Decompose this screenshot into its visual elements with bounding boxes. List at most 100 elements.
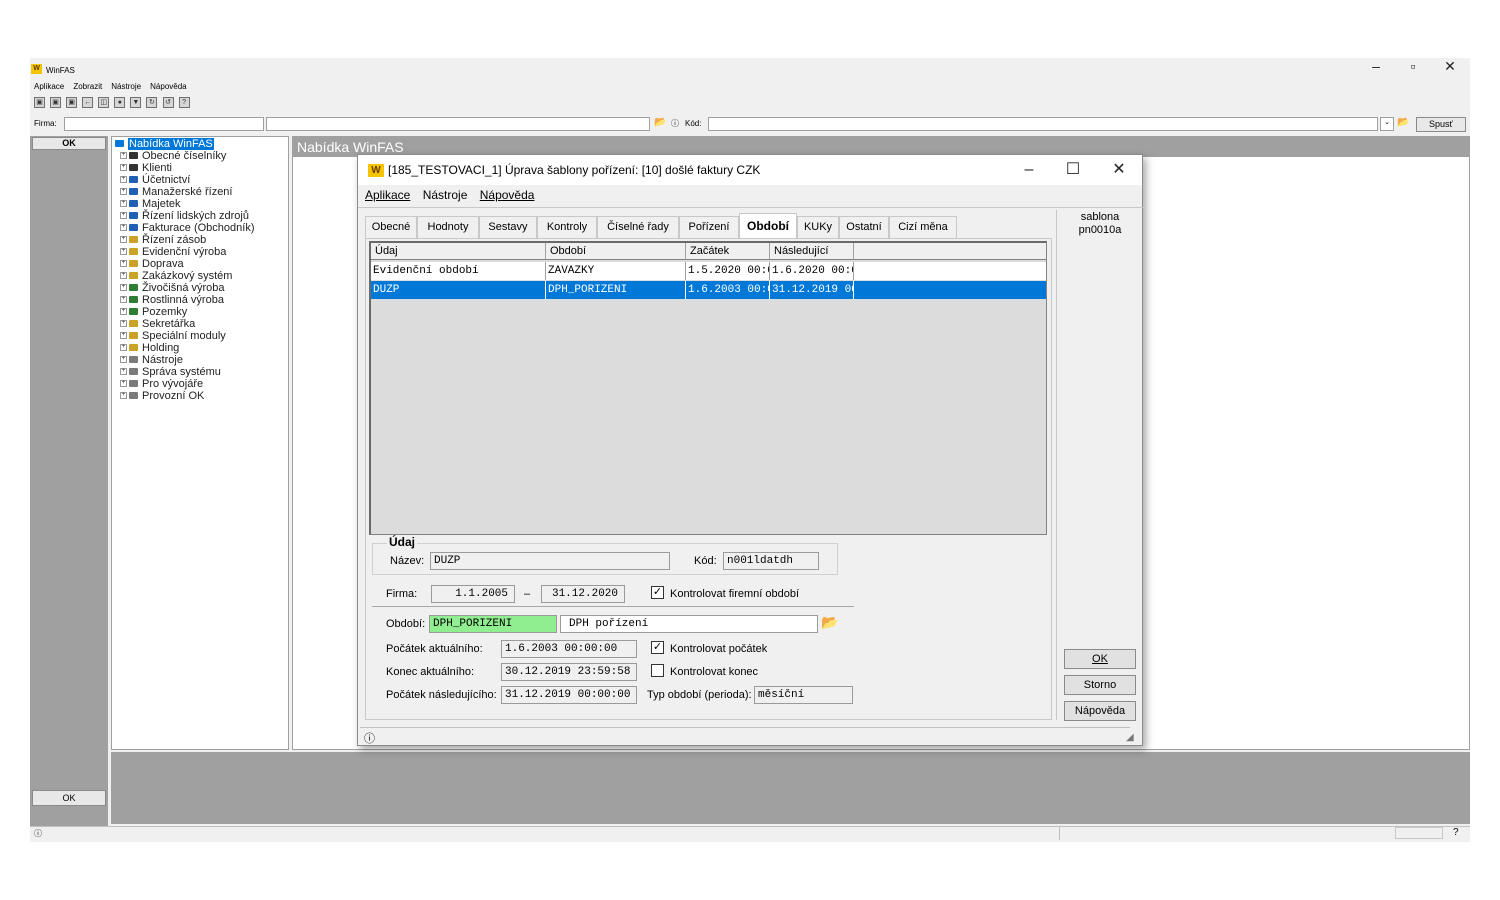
- tab-obdobi[interactable]: Období: [739, 213, 797, 238]
- spust-button[interactable]: Spusť: [1416, 117, 1466, 132]
- resize-grip-icon[interactable]: ◢: [1126, 732, 1134, 743]
- tree-item[interactable]: + Sekretářka: [112, 318, 288, 330]
- expand-icon[interactable]: +: [120, 235, 127, 243]
- tree-item[interactable]: + Správa systému: [112, 366, 288, 378]
- konec-aktualniho-field[interactable]: 30.12.2019 23:59:58: [501, 663, 637, 681]
- expand-icon[interactable]: +: [120, 331, 127, 339]
- tree-item[interactable]: + Řízení lidských zdrojů: [112, 210, 288, 222]
- expand-icon[interactable]: +: [120, 187, 127, 195]
- table-row-selected[interactable]: DUZP DPH_PORIZENI 1.6.2003 00:00 31.12.2…: [371, 281, 1046, 299]
- expand-icon[interactable]: +: [120, 211, 127, 219]
- kontrolovat-firemni-checkbox[interactable]: ✓: [651, 586, 664, 599]
- expand-icon[interactable]: +: [120, 295, 127, 303]
- pocatek-nasledujiciho-field[interactable]: 31.12.2019 00:00:00: [501, 686, 637, 704]
- tree-item[interactable]: + Holding: [112, 342, 288, 354]
- tree-item[interactable]: + Klienti: [112, 162, 288, 174]
- ok-button[interactable]: OK: [1064, 649, 1136, 669]
- tree-item[interactable]: + Fakturace (Obchodník): [112, 222, 288, 234]
- expand-icon[interactable]: +: [120, 319, 127, 327]
- tree-item[interactable]: + Obecné číselníky: [112, 150, 288, 162]
- expand-icon[interactable]: +: [120, 259, 127, 267]
- expand-icon[interactable]: +: [120, 367, 127, 375]
- dialog-menu-aplikace[interactable]: Aplikace: [365, 188, 410, 202]
- tab-ostatni[interactable]: Ostatní: [839, 216, 889, 238]
- tree-item[interactable]: + Doprava: [112, 258, 288, 270]
- kod-field[interactable]: n001ldatdh: [723, 552, 819, 570]
- kontrolovat-pocatek-checkbox[interactable]: ✓: [651, 641, 664, 654]
- col-header-udaj[interactable]: Údaj: [371, 243, 546, 260]
- tab-sestavy[interactable]: Sestavy: [479, 216, 537, 238]
- tab-kuky[interactable]: KUKy: [797, 216, 839, 238]
- expand-icon[interactable]: +: [120, 223, 127, 231]
- expand-icon[interactable]: +: [120, 163, 127, 171]
- redo-icon[interactable]: ↺: [162, 97, 174, 108]
- window-icon[interactable]: ▣: [34, 97, 45, 108]
- expand-icon[interactable]: +: [120, 151, 127, 159]
- period-grid[interactable]: Údaj Období Začátek Následující Evidenčn…: [369, 241, 1047, 535]
- tree-item[interactable]: + Zakázkový systém: [112, 270, 288, 282]
- dialog-close-icon[interactable]: ✕: [1104, 159, 1134, 181]
- tab-cizi-mena[interactable]: Cizí měna: [889, 216, 957, 238]
- table-row[interactable]: Evidenční období ZAVAZKY 1.5.2020 00:00 …: [371, 262, 1046, 280]
- tree-item[interactable]: + Speciální moduly: [112, 330, 288, 342]
- kod-input[interactable]: [708, 117, 1378, 131]
- dialog-menu-napoveda[interactable]: Nápověda: [480, 188, 535, 202]
- tree-item[interactable]: + Živočišná výroba: [112, 282, 288, 294]
- tree-item[interactable]: + Majetek: [112, 198, 288, 210]
- tree-item[interactable]: + Účetnictví: [112, 174, 288, 186]
- tree-item[interactable]: + Pro vývojáře: [112, 378, 288, 390]
- restore-icon[interactable]: ▫: [1398, 58, 1428, 74]
- window2-icon[interactable]: ▣: [50, 97, 62, 108]
- expand-icon[interactable]: +: [120, 271, 127, 279]
- nazev-field[interactable]: DUZP: [430, 552, 670, 570]
- menu-nastroje[interactable]: Nástroje: [111, 82, 141, 91]
- expand-icon[interactable]: +: [120, 307, 127, 315]
- tab-ciselne-rady[interactable]: Číselné řady: [597, 216, 679, 238]
- dialog-maximize-icon[interactable]: ☐: [1058, 159, 1088, 181]
- filter-icon[interactable]: ▼: [130, 97, 142, 108]
- pocatek-aktualniho-field[interactable]: 1.6.2003 00:00:00: [501, 640, 637, 658]
- dialog-menu-nastroje[interactable]: Nástroje: [423, 188, 468, 202]
- tree-item[interactable]: + Nástroje: [112, 354, 288, 366]
- tree-item[interactable]: + Řízení zásob: [112, 234, 288, 246]
- storno-button[interactable]: Storno: [1064, 675, 1136, 695]
- tab-obecne[interactable]: Obecné: [365, 216, 417, 238]
- tree-item[interactable]: + Evidenční výroba: [112, 246, 288, 258]
- napoveda-button[interactable]: Nápověda: [1064, 701, 1136, 721]
- refresh-icon[interactable]: ↻: [146, 97, 158, 108]
- col-header-obdobi[interactable]: Období: [546, 243, 686, 260]
- tile-icon[interactable]: ◫: [98, 97, 110, 108]
- tree-item[interactable]: + Manažerské řízení: [112, 186, 288, 198]
- expand-icon[interactable]: +: [120, 247, 127, 255]
- obdobi-code-field[interactable]: DPH_PORIZENI: [429, 615, 557, 633]
- window3-icon[interactable]: ▣: [66, 97, 78, 108]
- obdobi-name-field[interactable]: DPH pořízení: [560, 615, 818, 633]
- typ-obdobi-field[interactable]: měsíční: [754, 686, 853, 704]
- tree-item[interactable]: Nabídka WinFAS: [112, 138, 288, 150]
- menu-zobrazit[interactable]: Zobrazit: [73, 82, 102, 91]
- folder-open-icon[interactable]: 📂: [654, 117, 666, 128]
- minimize-icon[interactable]: –: [1361, 58, 1391, 74]
- expand-icon[interactable]: +: [120, 283, 127, 291]
- expand-icon[interactable]: +: [120, 175, 127, 183]
- open-folder-icon[interactable]: 📂: [821, 614, 838, 631]
- firma-name-input[interactable]: [266, 117, 650, 131]
- dialog-minimize-icon[interactable]: –: [1014, 159, 1044, 181]
- close-icon[interactable]: ✕: [1435, 58, 1465, 75]
- expand-icon[interactable]: +: [120, 199, 127, 207]
- firma-do-field[interactable]: 31.12.2020: [541, 585, 625, 603]
- back-icon[interactable]: ←: [82, 97, 94, 108]
- expand-icon[interactable]: +: [120, 379, 127, 387]
- tree-item[interactable]: + Provozní OK: [112, 390, 288, 402]
- ok-top-button[interactable]: OK: [32, 137, 106, 150]
- expand-icon[interactable]: +: [120, 343, 127, 351]
- expand-icon[interactable]: +: [120, 355, 127, 363]
- col-header-zacatek[interactable]: Začátek: [686, 243, 770, 260]
- ok-bottom-button[interactable]: OK: [32, 790, 106, 806]
- menu-napoveda[interactable]: Nápověda: [150, 82, 186, 91]
- tree-item[interactable]: + Rostlinná výroba: [112, 294, 288, 306]
- tree-item[interactable]: + Pozemky: [112, 306, 288, 318]
- expand-icon[interactable]: +: [120, 391, 127, 399]
- tab-hodnoty[interactable]: Hodnoty: [417, 216, 479, 238]
- globe-icon[interactable]: ●: [114, 97, 126, 108]
